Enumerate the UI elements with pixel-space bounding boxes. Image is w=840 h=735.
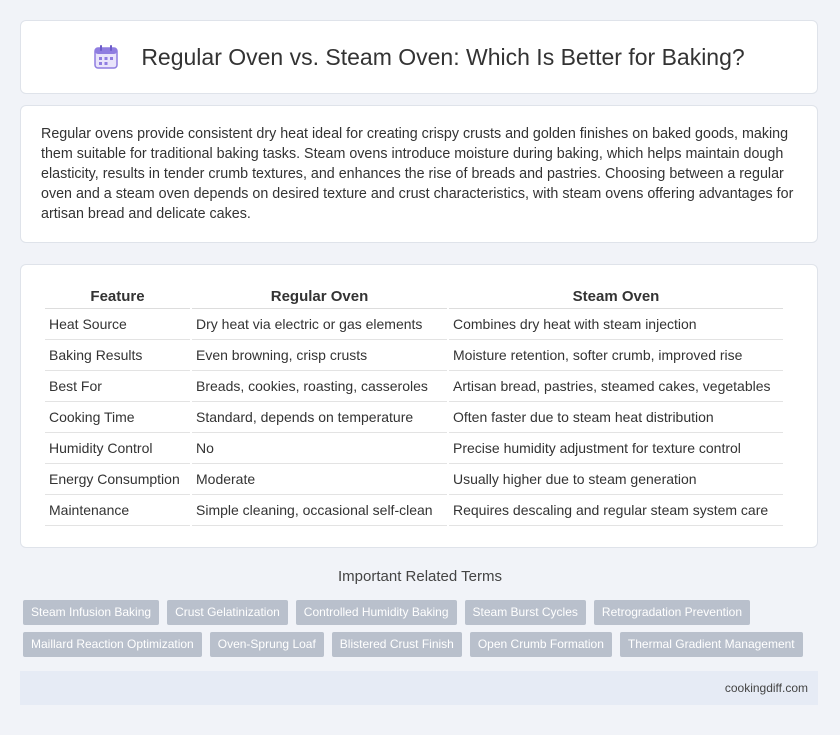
tag-open-crumb-formation[interactable]: Open Crumb Formation xyxy=(469,632,612,657)
table-cell: Humidity Control xyxy=(45,433,190,464)
table-row: Best For Breads, cookies, roasting, cass… xyxy=(45,371,783,402)
title-card: Regular Oven vs. Steam Oven: Which Is Be… xyxy=(20,20,818,94)
table-cell: Combines dry heat with steam injection xyxy=(449,309,783,340)
table-cell: Usually higher due to steam generation xyxy=(449,464,783,495)
tag-row: Maillard Reaction Optimization Oven-Spru… xyxy=(23,632,813,657)
tag-oven-sprung-loaf[interactable]: Oven-Sprung Loaf xyxy=(209,632,324,657)
table-cell: Moderate xyxy=(192,464,447,495)
table-cell: Energy Consumption xyxy=(45,464,190,495)
tag-row: Steam Infusion Baking Crust Gelatinizati… xyxy=(23,600,813,625)
tag-thermal-gradient-management[interactable]: Thermal Gradient Management xyxy=(619,632,803,657)
table-row: Cooking Time Standard, depends on temper… xyxy=(45,402,783,433)
tag-retrogradation-prevention[interactable]: Retrogradation Prevention xyxy=(593,600,750,625)
footer: cookingdiff.com xyxy=(20,671,818,705)
table-cell: Heat Source xyxy=(45,309,190,340)
table-cell: Simple cleaning, occasional self-clean xyxy=(192,495,447,526)
related-terms-tags: Steam Infusion Baking Crust Gelatinizati… xyxy=(23,600,813,664)
table-cell: Cooking Time xyxy=(45,402,190,433)
column-header-feature: Feature xyxy=(45,285,190,309)
table-row: Humidity Control No Precise humidity adj… xyxy=(45,433,783,464)
column-header-regular-oven: Regular Oven xyxy=(192,285,447,309)
table-cell: No xyxy=(192,433,447,464)
table-cell: Even browning, crisp crusts xyxy=(192,340,447,371)
table-cell: Precise humidity adjustment for texture … xyxy=(449,433,783,464)
intro-card: Regular ovens provide consistent dry hea… xyxy=(20,105,818,243)
table-cell: Moisture retention, softer crumb, improv… xyxy=(449,340,783,371)
table-cell: Dry heat via electric or gas elements xyxy=(192,309,447,340)
comparison-card: Feature Regular Oven Steam Oven Heat Sou… xyxy=(20,264,818,548)
table-row: Energy Consumption Moderate Usually high… xyxy=(45,464,783,495)
table-header-row: Feature Regular Oven Steam Oven xyxy=(45,285,783,309)
table-row: Maintenance Simple cleaning, occasional … xyxy=(45,495,783,526)
tag-crust-gelatinization[interactable]: Crust Gelatinization xyxy=(167,600,288,625)
table-cell: Best For xyxy=(45,371,190,402)
footer-site-link[interactable]: cookingdiff.com xyxy=(725,681,808,695)
table-cell: Baking Results xyxy=(45,340,190,371)
tag-controlled-humidity-baking[interactable]: Controlled Humidity Baking xyxy=(295,600,457,625)
table-cell: Maintenance xyxy=(45,495,190,526)
calendar-icon xyxy=(93,44,119,70)
table-row: Heat Source Dry heat via electric or gas… xyxy=(45,309,783,340)
related-terms-heading: Important Related Terms xyxy=(338,568,502,585)
table-row: Baking Results Even browning, crisp crus… xyxy=(45,340,783,371)
column-header-steam-oven: Steam Oven xyxy=(449,285,783,309)
tag-blistered-crust-finish[interactable]: Blistered Crust Finish xyxy=(331,632,462,657)
page-title: Regular Oven vs. Steam Oven: Which Is Be… xyxy=(141,43,745,70)
tag-maillard-reaction-optimization[interactable]: Maillard Reaction Optimization xyxy=(23,632,202,657)
table-cell: Breads, cookies, roasting, casseroles xyxy=(192,371,447,402)
table-cell: Standard, depends on temperature xyxy=(192,402,447,433)
table-cell: Often faster due to steam heat distribut… xyxy=(449,402,783,433)
table-cell: Artisan bread, pastries, steamed cakes, … xyxy=(449,371,783,402)
table-cell: Requires descaling and regular steam sys… xyxy=(449,495,783,526)
intro-paragraph: Regular ovens provide consistent dry hea… xyxy=(41,126,794,222)
tag-steam-burst-cycles[interactable]: Steam Burst Cycles xyxy=(464,600,586,625)
tag-steam-infusion-baking[interactable]: Steam Infusion Baking xyxy=(23,600,160,625)
comparison-table: Feature Regular Oven Steam Oven Heat Sou… xyxy=(43,285,785,526)
